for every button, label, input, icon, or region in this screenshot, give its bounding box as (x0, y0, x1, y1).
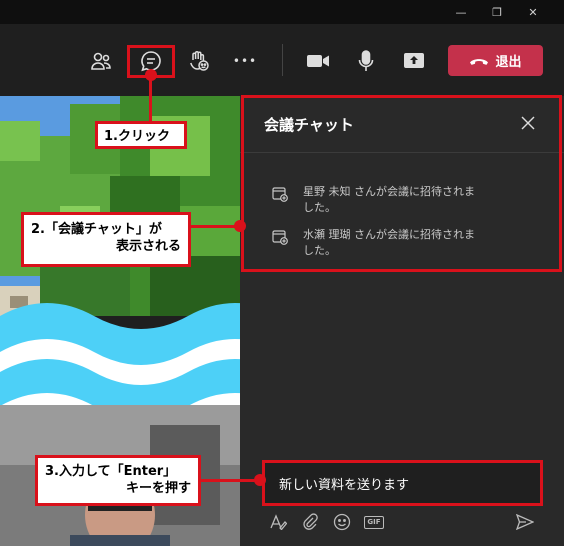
callout-step-3-line1: 3.入力して「Enter」 (45, 464, 177, 479)
close-icon[interactable] (518, 113, 538, 133)
calendar-add-icon (272, 186, 288, 207)
camera-icon[interactable] (301, 44, 335, 78)
callout-step-1: 1.クリック (95, 121, 187, 149)
callout-step-2-line2: 表示される (115, 239, 181, 254)
emoji-icon[interactable] (332, 512, 352, 532)
system-message-text: 水瀬 理瑚 さんが会議に招待されました。 (303, 228, 475, 257)
gif-icon[interactable]: GIF (364, 512, 384, 532)
raise-hand-icon[interactable] (182, 44, 216, 78)
callout-step-2: 2.「会議チャット」が 表示される (21, 212, 191, 267)
title-bar: — ❐ ✕ (0, 0, 564, 24)
hang-up-icon (470, 58, 489, 65)
callout-line (200, 479, 258, 482)
calendar-add-icon (272, 229, 288, 250)
minimize-button[interactable]: — (444, 0, 478, 24)
attach-icon[interactable] (300, 512, 320, 532)
people-icon[interactable] (84, 44, 118, 78)
chat-header-separator (240, 152, 564, 153)
restore-button[interactable]: ❐ (480, 0, 514, 24)
leave-label: 退出 (495, 55, 522, 70)
callout-step-3-line2: キーを押す (125, 481, 191, 496)
toolbar-divider (282, 44, 283, 76)
compose-box (262, 460, 543, 506)
chat-panel-title: 会議チャット (264, 116, 354, 134)
callout-line (190, 225, 238, 228)
close-window-button[interactable]: ✕ (516, 0, 550, 24)
callout-step-3: 3.入力して「Enter」 キーを押す (35, 455, 201, 506)
microphone-icon[interactable] (349, 44, 383, 78)
format-icon[interactable] (268, 512, 288, 532)
system-message: 星野 未知 さんが会議に招待されました。 (272, 184, 482, 218)
send-icon[interactable] (515, 512, 535, 532)
callout-anchor-dot (234, 220, 246, 232)
message-input[interactable] (279, 472, 529, 494)
callout-line (149, 75, 152, 122)
leave-button[interactable]: 退出 (448, 45, 543, 76)
system-message: 水瀬 理瑚 さんが会議に招待されました。 (272, 227, 482, 261)
more-options-icon[interactable]: ••• (228, 44, 262, 78)
callout-step-2-line1: 2.「会議チャット」が (31, 222, 162, 237)
share-screen-icon[interactable] (397, 44, 431, 78)
system-message-text: 星野 未知 さんが会議に招待されました。 (303, 185, 475, 214)
callout-anchor-dot (254, 474, 266, 486)
callout-step-1-text: 1.クリック (104, 129, 170, 144)
gif-label: GIF (364, 515, 384, 529)
